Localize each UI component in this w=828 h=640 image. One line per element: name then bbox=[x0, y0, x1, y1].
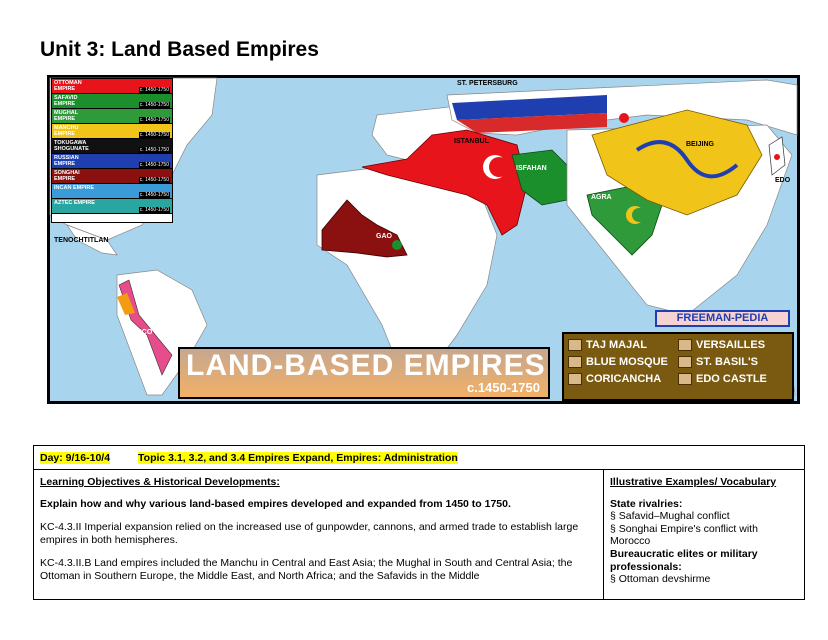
day-label: Day: 9/16-10/4 bbox=[40, 452, 111, 464]
legend-item-name: SONGHAI EMPIRE bbox=[54, 170, 80, 182]
landmark-building-icon bbox=[678, 339, 692, 351]
legend-item: TOKUGAWA SHOGUNATE c. 1450-1750 bbox=[52, 139, 172, 154]
legend-item: RUSSIAN EMPIRE c. 1450-1750 bbox=[52, 154, 172, 169]
day-row: Day: 9/16-10/4 Topic 3.1, 3.2, and 3.4 Em… bbox=[34, 446, 804, 470]
empires-map: OTTOMAN EMPIRE c. 1450-1750 SAFAVID EMPIRE… bbox=[47, 75, 800, 404]
legend-item-name: INCAN EMPIRE bbox=[54, 185, 95, 191]
legend-item-name: MANCHU EMPIRE bbox=[54, 125, 79, 137]
examples-heading: Illustrative Examples/ Vocabulary bbox=[610, 476, 777, 488]
banner: LAND-BASED EMPIRES c.1450-1750 bbox=[178, 347, 550, 399]
label-gao: GAO bbox=[376, 233, 392, 240]
legend-item: OTTOMAN EMPIRE c. 1450-1750 bbox=[52, 79, 172, 94]
landmark-item: ST. BASIL'S bbox=[678, 356, 788, 368]
landmark-item: EDO CASTLE bbox=[678, 373, 788, 385]
legend-item-name: SAFAVID EMPIRE bbox=[54, 95, 78, 107]
landmark-building-icon bbox=[568, 356, 582, 368]
legend-item: MANCHU EMPIRE c. 1450-1750 bbox=[52, 124, 172, 139]
rival-1: § Safavid–Mughal conflict bbox=[610, 510, 730, 523]
landmark-building-icon bbox=[678, 373, 692, 385]
legend-item-name: TOKUGAWA SHOGUNATE bbox=[54, 140, 89, 152]
state-rivalries-heading: State rivalries: bbox=[610, 497, 683, 510]
landmark-name: BLUE MOSQUE bbox=[586, 356, 668, 368]
page-title: Unit 3: Land Based Empires bbox=[40, 38, 319, 61]
label-istanbul: ISTANBUL bbox=[454, 138, 489, 145]
landmark-name: ST. BASIL'S bbox=[696, 356, 758, 368]
landmark-name: VERSAILLES bbox=[696, 339, 766, 351]
landmark-building-icon bbox=[568, 339, 582, 351]
label-agra: AGRA bbox=[591, 194, 612, 201]
legend-item-name: OTTOMAN EMPIRE bbox=[54, 80, 82, 92]
label-edo: EDO bbox=[775, 177, 791, 184]
label-isfahan: ISFAHAN bbox=[516, 165, 547, 172]
legend-item-dates: c. 1450-1750 bbox=[138, 102, 170, 108]
landmark-item: BLUE MOSQUE bbox=[568, 356, 678, 368]
label-st-petersburg: ST. PETERSBURG bbox=[457, 80, 518, 87]
legend-item-name: RUSSIAN EMPIRE bbox=[54, 155, 79, 167]
legend-item-dates: c. 1450-1750 bbox=[138, 162, 170, 168]
freeman-pedia-logo: FREEMAN-PEDIA bbox=[655, 310, 790, 327]
landmarks-box: TAJ MAJAL VERSAILLES BLUE MOSQUE ST. BASIL'… bbox=[562, 332, 794, 401]
landmark-name: CORICANCHA bbox=[586, 373, 662, 385]
kc-4-3-ii: KC-4.3.II Imperial expansion relied on t… bbox=[40, 520, 579, 547]
learning-table: Day: 9/16-10/4 Topic 3.1, 3.2, and 3.4 Em… bbox=[33, 445, 805, 600]
rival-2: § Songhai Empire's conflict with Morocco bbox=[610, 522, 758, 548]
landmark-name: EDO CASTLE bbox=[696, 373, 767, 385]
brand-text: FREEMAN-PEDIA bbox=[676, 312, 769, 324]
elite-1: § Ottoman devshirme bbox=[610, 573, 711, 586]
landmark-building-icon bbox=[678, 356, 692, 368]
legend-item: INCAN EMPIRE c. 1450-1750 bbox=[52, 184, 172, 199]
kc-4-3-ii-b: KC-4.3.II.B Land empires included the Ma… bbox=[40, 556, 573, 583]
legend-item-dates: c. 1450-1750 bbox=[138, 147, 170, 153]
label-cusco: CUSCO bbox=[127, 329, 153, 336]
legend-item-dates: c. 1450-1750 bbox=[138, 192, 170, 198]
landmark-item: CORICANCHA bbox=[568, 373, 678, 385]
legend-item-dates: c. 1450-1750 bbox=[138, 117, 170, 123]
legend-item-name: AZTEC EMPIRE bbox=[54, 200, 95, 206]
label-tenochtitlan: TENOCHTITLAN bbox=[54, 237, 109, 244]
landmark-building-icon bbox=[568, 373, 582, 385]
legend-item-dates: c. 1450-1750 bbox=[138, 177, 170, 183]
label-beijing: BEIJING bbox=[686, 141, 715, 148]
objective-text: Explain how and why various land-based e… bbox=[40, 498, 511, 511]
topic-label: Topic 3.1, 3.2, and 3.4 Empires Expand, … bbox=[138, 452, 458, 464]
legend-item: AZTEC EMPIRE c. 1450-1750 bbox=[52, 199, 172, 214]
landmark-item: VERSAILLES bbox=[678, 339, 788, 351]
legend-item: MUGHAL EMPIRE c. 1450-1750 bbox=[52, 109, 172, 124]
examples-column: Illustrative Examples/ Vocabulary State … bbox=[604, 470, 804, 599]
legend-item-name: MUGHAL EMPIRE bbox=[54, 110, 79, 122]
legend-item: SONGHAI EMPIRE c. 1450-1750 bbox=[52, 169, 172, 184]
empire-legend: OTTOMAN EMPIRE c. 1450-1750 SAFAVID EMPIRE… bbox=[51, 78, 173, 223]
landmark-name: TAJ MAJAL bbox=[586, 339, 647, 351]
elites-heading: Bureaucratic elites or military professi… bbox=[610, 547, 758, 573]
banner-dates: c.1450-1750 bbox=[466, 380, 540, 395]
banner-title: LAND-BASED EMPIRES bbox=[186, 349, 546, 382]
objectives-heading: Learning Objectives & Historical Develop… bbox=[40, 476, 280, 488]
legend-item-dates: c. 1450-1750 bbox=[138, 87, 170, 93]
legend-item-dates: c. 1450-1750 bbox=[138, 132, 170, 138]
objectives-column: Learning Objectives & Historical Develop… bbox=[34, 470, 604, 599]
legend-item: SAFAVID EMPIRE c. 1450-1750 bbox=[52, 94, 172, 109]
landmark-item: TAJ MAJAL bbox=[568, 339, 678, 351]
legend-item-dates: c. 1450-1750 bbox=[138, 207, 170, 213]
